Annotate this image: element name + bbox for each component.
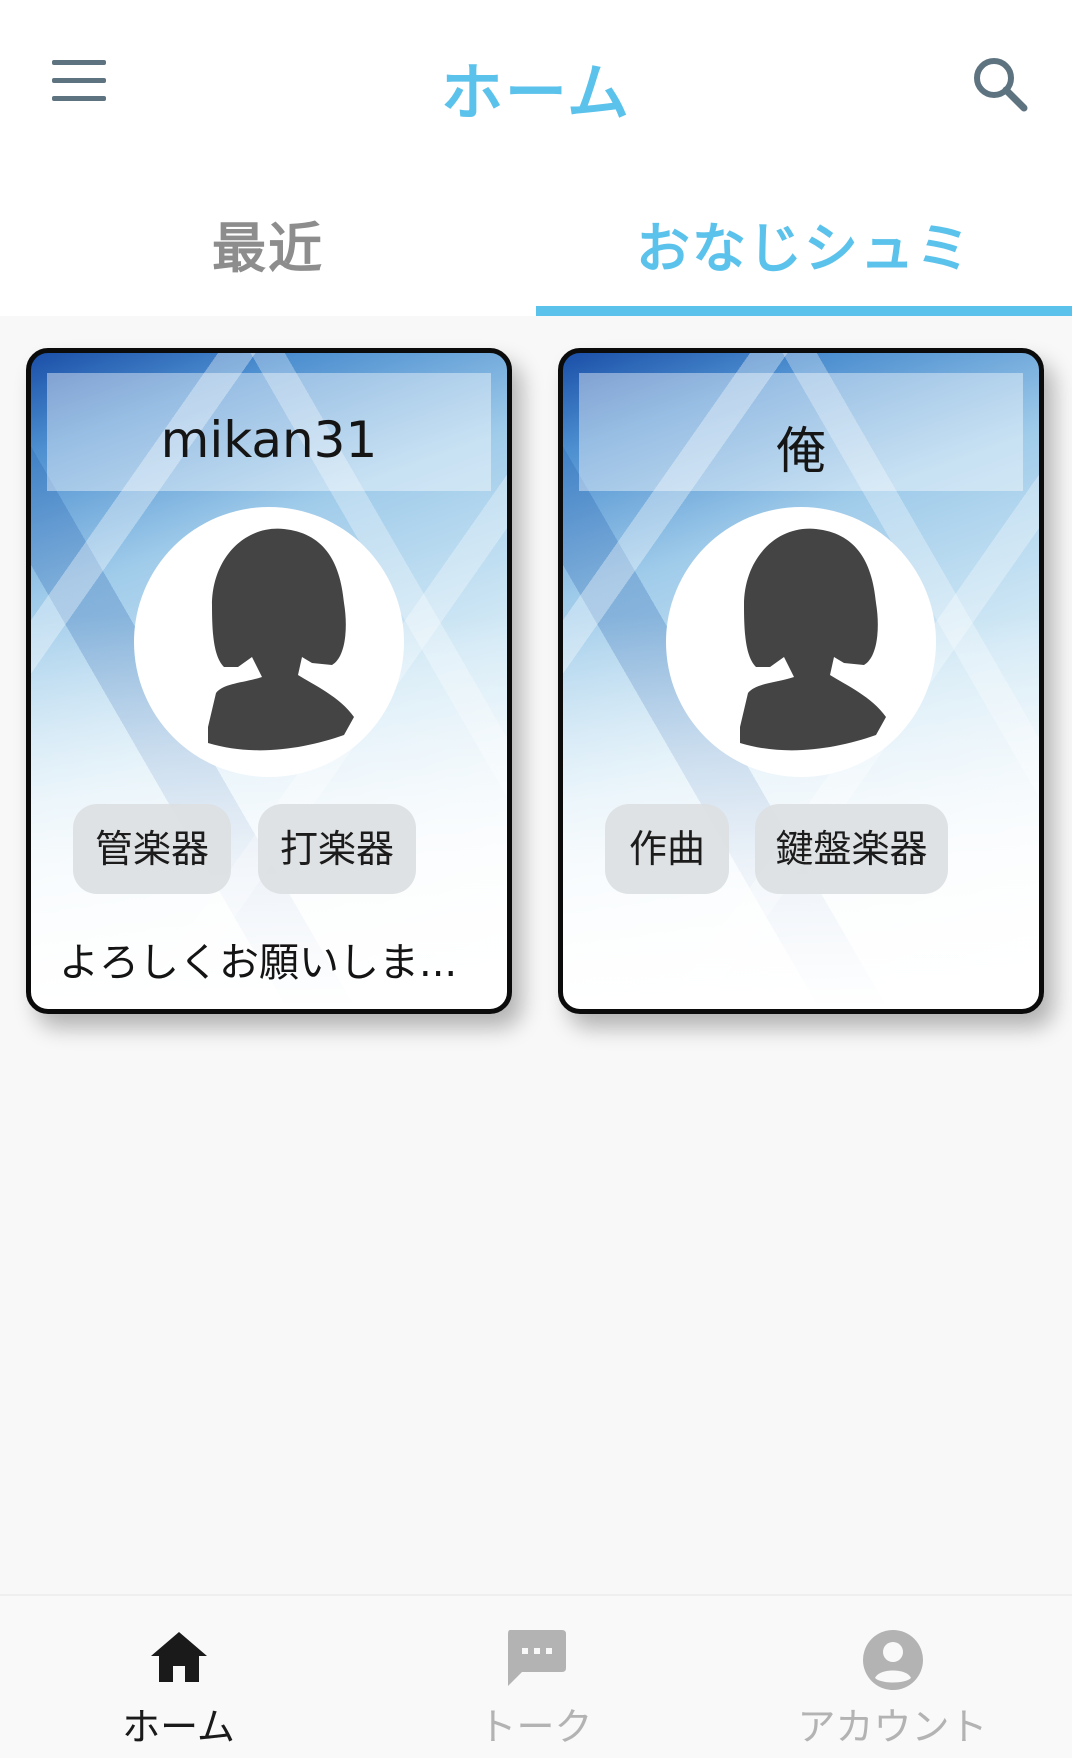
tab-same-hobby[interactable]: おなじシュミ <box>536 170 1072 316</box>
nav-label: トーク <box>478 1705 593 1749</box>
tab-bar: 最近 おなじシュミ <box>0 170 1072 316</box>
bottom-navigation: ホーム トーク アカウント <box>0 1594 1072 1758</box>
name-band: 俺 <box>579 373 1023 491</box>
home-icon <box>150 1632 207 1682</box>
user-bio: よろしくお願いしま... <box>59 940 458 986</box>
account-icon <box>862 1630 923 1690</box>
search-icon <box>974 58 1028 112</box>
name-band: mikan31 <box>47 373 491 491</box>
user-silhouette-icon <box>208 528 354 751</box>
user-card[interactable]: mikan31 管楽器 打楽器 よろしくお願いしま... <box>26 348 512 1014</box>
avatar[interactable] <box>134 507 404 777</box>
nav-account[interactable]: アカウント <box>714 1596 1071 1758</box>
avatar[interactable] <box>666 507 936 777</box>
user-card[interactable]: 俺 作曲 鍵盤楽器 <box>558 348 1044 1014</box>
hobby-tag[interactable]: 管楽器 <box>73 804 231 894</box>
chat-icon <box>507 1630 566 1686</box>
user-silhouette-icon <box>740 528 886 751</box>
tab-active-indicator <box>536 306 1072 316</box>
tab-recent[interactable]: 最近 <box>0 170 536 316</box>
user-name: mikan31 <box>160 411 378 469</box>
nav-label: アカウント <box>797 1705 988 1749</box>
tab-label: 最近 <box>212 217 324 280</box>
hobby-tag[interactable]: 作曲 <box>605 804 729 894</box>
hobby-tag[interactable]: 打楽器 <box>258 804 416 894</box>
app-header: ホーム <box>0 0 1072 170</box>
user-name: 俺 <box>776 422 826 480</box>
hobby-tag[interactable]: 鍵盤楽器 <box>755 804 948 894</box>
search-button[interactable] <box>968 52 1034 118</box>
nav-home[interactable]: ホーム <box>0 1596 357 1758</box>
tab-label: おなじシュミ <box>636 217 972 280</box>
nav-talk[interactable]: トーク <box>357 1596 714 1758</box>
nav-label: ホーム <box>122 1705 235 1749</box>
page-title: ホーム <box>440 56 632 129</box>
